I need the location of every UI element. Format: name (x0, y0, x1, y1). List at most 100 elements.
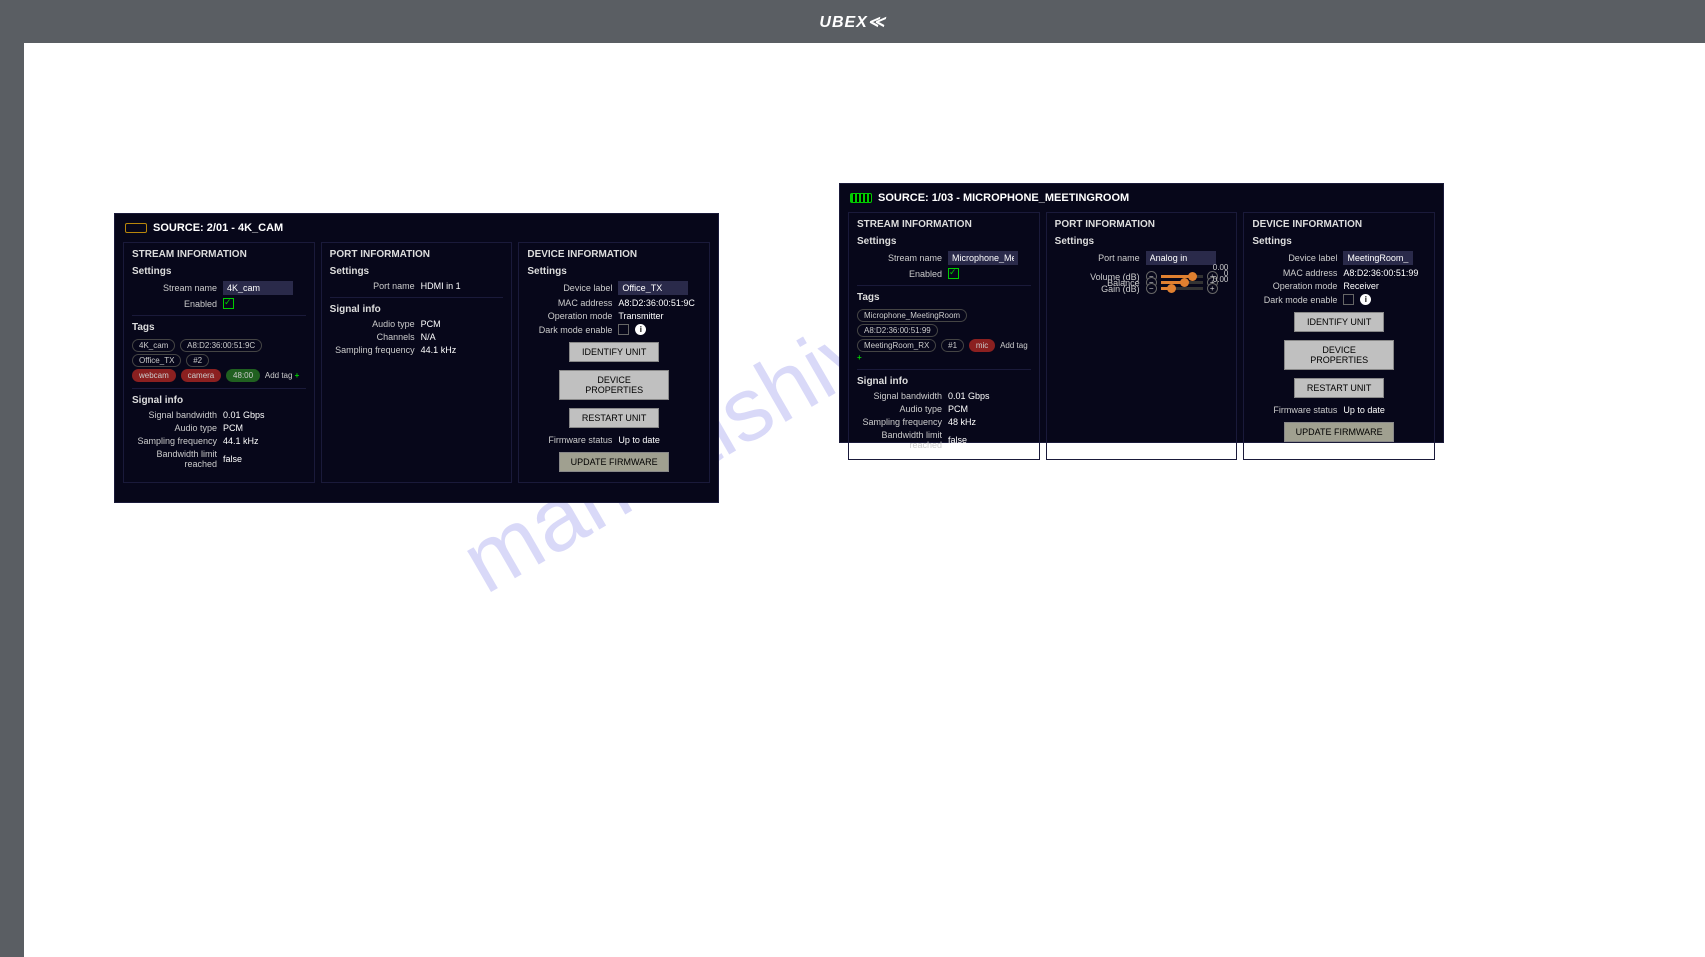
info-icon[interactable]: i (1360, 294, 1371, 305)
plus-icon: + (295, 371, 300, 380)
label: Audio type (857, 404, 942, 414)
value: PCM (421, 319, 441, 329)
value: 44.1 kHz (223, 436, 259, 446)
col-header: DEVICE INFORMATION (1252, 219, 1426, 230)
value: 0.01 Gbps (948, 391, 990, 401)
tag-row2: webcam camera 48:00 Add tag + (132, 367, 306, 382)
device-label-input[interactable] (1343, 251, 1413, 265)
label: Sampling frequency (132, 436, 217, 446)
panel-header: SOURCE: 2/01 - 4K_CAM (115, 214, 718, 242)
label: Device label (527, 283, 612, 293)
tag-row2: MeetingRoom_RX #1 mic Add tag + (857, 337, 1031, 363)
value: 44.1 kHz (421, 345, 457, 355)
stream-name-input[interactable] (948, 251, 1018, 265)
tag[interactable]: camera (181, 369, 222, 382)
tag-row: Microphone_MeetingRoom A8:D2:36:00:51:99 (857, 307, 1031, 337)
panel-source-microphone: SOURCE: 1/03 - MICROPHONE_MEETINGROOM ST… (839, 183, 1444, 443)
page: manualshive.com SOURCE: 2/01 - 4K_CAM ST… (24, 43, 1705, 957)
device-props-button[interactable]: DEVICE PROPERTIES (1284, 340, 1394, 370)
section-settings: Settings (1252, 236, 1426, 247)
col-header: DEVICE INFORMATION (527, 249, 701, 260)
panel-title: SOURCE: 1/03 - MICROPHONE_MEETINGROOM (878, 192, 1129, 204)
tag[interactable]: Microphone_MeetingRoom (857, 309, 967, 322)
section-settings: Settings (330, 266, 504, 277)
section-settings: Settings (527, 266, 701, 277)
device-info-col: DEVICE INFORMATION Settings Device label… (518, 242, 710, 483)
section-settings: Settings (857, 236, 1031, 247)
tag[interactable]: #2 (186, 354, 209, 367)
tag[interactable]: MeetingRoom_RX (857, 339, 936, 352)
tag[interactable]: A8:D2:36:00:51:9C (180, 339, 262, 352)
value: Up to date (618, 435, 660, 445)
info-icon[interactable]: i (635, 324, 646, 335)
value: Transmitter (618, 311, 663, 321)
source-icon (125, 223, 147, 233)
panel-title: SOURCE: 2/01 - 4K_CAM (153, 222, 283, 234)
darkmode-checkbox[interactable] (618, 324, 629, 335)
tag[interactable]: A8:D2:36:00:51:99 (857, 324, 938, 337)
label: Stream name (857, 253, 942, 263)
panel-header: SOURCE: 1/03 - MICROPHONE_MEETINGROOM (840, 184, 1443, 212)
restart-button[interactable]: RESTART UNIT (569, 408, 659, 428)
enabled-checkbox[interactable] (223, 298, 234, 309)
tag[interactable]: #1 (941, 339, 964, 352)
identify-button[interactable]: IDENTIFY UNIT (569, 342, 659, 362)
section-settings: Settings (1055, 236, 1229, 247)
label: Firmware status (527, 435, 612, 445)
section-settings: Settings (132, 266, 306, 277)
section-signal: Signal info (857, 376, 1031, 387)
minus-icon[interactable]: − (1146, 283, 1157, 294)
col-header: STREAM INFORMATION (857, 219, 1031, 230)
value: false (223, 454, 242, 464)
stream-info-col: STREAM INFORMATION Settings Stream name … (848, 212, 1040, 460)
label: Device label (1252, 253, 1337, 263)
col-header: PORT INFORMATION (1055, 219, 1229, 230)
label: MAC address (527, 298, 612, 308)
add-tag-button[interactable]: Add tag + (265, 371, 299, 380)
label: Audio type (132, 423, 217, 433)
label: Enabled (132, 299, 217, 309)
section-tags: Tags (857, 292, 1031, 303)
stream-name-input[interactable] (223, 281, 293, 295)
update-fw-button[interactable]: UPDATE FIRMWARE (559, 452, 669, 472)
device-label-input[interactable] (618, 281, 688, 295)
label: MAC address (1252, 268, 1337, 278)
restart-button[interactable]: RESTART UNIT (1294, 378, 1384, 398)
label: Bandwidth limit reached (857, 430, 942, 450)
stream-info-col: STREAM INFORMATION Settings Stream name … (123, 242, 315, 483)
label: Enabled (857, 269, 942, 279)
label: Operation mode (1252, 281, 1337, 291)
value: Receiver (1343, 281, 1379, 291)
tag[interactable]: mic (969, 339, 995, 352)
value: false (948, 435, 967, 445)
label: Signal bandwidth (132, 410, 217, 420)
label: Operation mode (527, 311, 612, 321)
identify-button[interactable]: IDENTIFY UNIT (1294, 312, 1384, 332)
value: PCM (223, 423, 243, 433)
device-props-button[interactable]: DEVICE PROPERTIES (559, 370, 669, 400)
tag-row: 4K_cam A8:D2:36:00:51:9C Office_TX #2 (132, 337, 306, 367)
tag[interactable]: 4K_cam (132, 339, 175, 352)
label: Firmware status (1252, 405, 1337, 415)
value: Up to date (1343, 405, 1385, 415)
value: A8:D2:36:00:51:9C (618, 298, 695, 308)
section-tags: Tags (132, 322, 306, 333)
tag[interactable]: webcam (132, 369, 176, 382)
plus-icon[interactable]: + (1207, 283, 1218, 294)
value: 0.01 Gbps (223, 410, 265, 420)
update-fw-button[interactable]: UPDATE FIRMWARE (1284, 422, 1394, 442)
label: Signal bandwidth (857, 391, 942, 401)
label: Dark mode enable (527, 325, 612, 335)
tag[interactable]: Office_TX (132, 354, 181, 367)
label: Port name (1055, 253, 1140, 263)
section-signal: Signal info (132, 395, 306, 406)
label: Bandwidth limit reached (132, 449, 217, 469)
darkmode-checkbox[interactable] (1343, 294, 1354, 305)
tag[interactable]: 48:00 (226, 369, 260, 382)
value: PCM (948, 404, 968, 414)
label: Gain (dB) (1055, 284, 1140, 294)
enabled-checkbox[interactable] (948, 268, 959, 279)
col-header: PORT INFORMATION (330, 249, 504, 260)
device-info-col: DEVICE INFORMATION Settings Device label… (1243, 212, 1435, 460)
label: Audio type (330, 319, 415, 329)
